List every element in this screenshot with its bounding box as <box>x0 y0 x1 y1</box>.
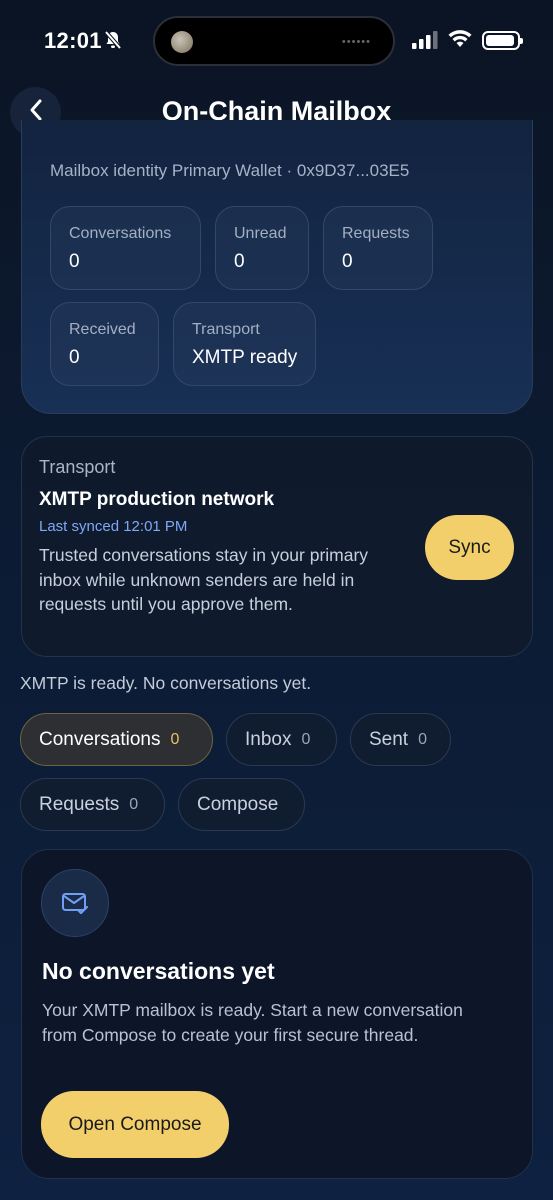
stat-requests: Requests 0 <box>323 206 433 290</box>
stat-label: Transport <box>192 321 260 338</box>
dots-icon: •••••• <box>341 36 371 48</box>
tab-conversations[interactable]: Conversations 0 <box>20 713 213 766</box>
transport-description: Trusted conversations stay in your prima… <box>39 545 369 614</box>
cellular-signal-icon <box>412 31 438 54</box>
status-bar: 12:01 •••••• <box>0 0 553 84</box>
open-compose-button[interactable]: Open Compose <box>41 1091 229 1158</box>
status-time: 12:01 <box>44 28 102 53</box>
tab-label: Requests <box>39 793 120 815</box>
empty-state-description: Your XMTP mailbox is ready. Start a new … <box>42 1000 463 1045</box>
stat-value: 0 <box>234 251 245 272</box>
mailbox-identity-label: Mailbox identity Primary Wallet · 0x9D37… <box>50 161 410 180</box>
stat-value: 0 <box>342 251 353 272</box>
stat-label: Requests <box>342 225 410 242</box>
stat-label: Received <box>69 321 136 338</box>
stat-label: Conversations <box>69 225 172 242</box>
wifi-icon <box>447 28 473 53</box>
stat-received: Received 0 <box>50 302 159 386</box>
tab-label: Compose <box>197 793 279 815</box>
tab-label: Conversations <box>39 728 161 750</box>
avatar <box>171 31 193 53</box>
tab-count: 0 <box>170 730 180 748</box>
tab-label: Sent <box>369 728 409 750</box>
tab-sent[interactable]: Sent 0 <box>350 713 451 766</box>
tab-compose[interactable]: Compose <box>178 778 305 831</box>
stat-transport: Transport XMTP ready <box>173 302 316 386</box>
stat-value: XMTP ready <box>192 347 298 368</box>
battery-icon <box>482 31 523 50</box>
transport-label: Transport <box>39 457 116 477</box>
tab-label: Inbox <box>245 728 292 750</box>
tab-count: 0 <box>129 795 139 813</box>
stat-value: 0 <box>69 347 80 368</box>
last-synced-text: Last synced 12:01 PM <box>39 518 188 535</box>
dynamic-island: •••••• <box>153 16 395 66</box>
transport-network: XMTP production network <box>39 489 275 510</box>
stat-label: Unread <box>234 225 287 242</box>
stat-conversations: Conversations 0 <box>50 206 201 290</box>
tab-inbox[interactable]: Inbox 0 <box>226 713 337 766</box>
mail-check-icon <box>41 869 109 937</box>
stat-unread: Unread 0 <box>215 206 309 290</box>
empty-state-title: No conversations yet <box>42 958 275 984</box>
status-message: XMTP is ready. No conversations yet. <box>20 673 312 693</box>
tab-count: 0 <box>418 730 427 748</box>
stat-value: 0 <box>69 251 80 272</box>
bell-muted-icon <box>103 30 123 55</box>
tab-requests[interactable]: Requests 0 <box>20 778 165 831</box>
tab-count: 0 <box>301 730 311 748</box>
sync-button[interactable]: Sync <box>425 515 514 580</box>
